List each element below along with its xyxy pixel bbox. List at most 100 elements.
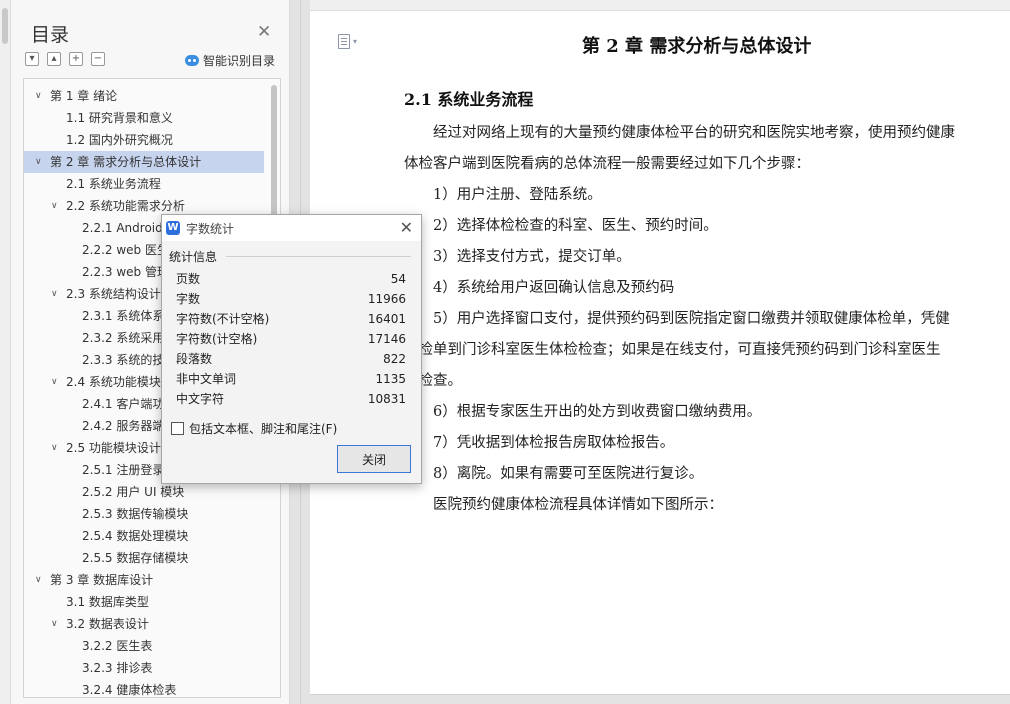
toc-add-item-button[interactable]: + (69, 52, 83, 66)
paragraph-line: 8）离院。如果有需要可至医院进行复诊。 (404, 466, 704, 482)
toc-item-label: 3.2.2 医生表 (82, 639, 153, 653)
stat-label: 非中文单词 (176, 372, 237, 386)
stat-row: 字符数(不计空格) 16401 (176, 309, 406, 329)
chapter-heading: 第 2 章 需求分析与总体设计 (582, 36, 812, 57)
paragraph-line: 检检查。 (404, 373, 462, 389)
toc-item[interactable]: 3.2.4 健康体检表 (24, 679, 264, 697)
stat-label: 字数 (176, 292, 201, 306)
smart-recognize-label: 智能识别目录 (203, 54, 276, 68)
toc-item[interactable]: 2.5.5 数据存储模块 (24, 547, 264, 569)
toc-item-label: 2.1 系统业务流程 (66, 177, 161, 191)
dialog-titlebar[interactable]: W 字数统计 ✕ (162, 215, 421, 241)
toc-item[interactable]: 3.2.3 排诊表 (24, 657, 264, 679)
toc-item[interactable]: ∨ 第 2 章 需求分析与总体设计 (24, 151, 264, 173)
stat-value: 10831 (367, 392, 406, 406)
paragraph-line: 6）根据专家医生开出的处方到收费窗口缴纳费用。 (404, 404, 762, 420)
stat-row: 字符数(计空格) 17146 (176, 329, 406, 349)
toc-item[interactable]: 2.1 系统业务流程 (24, 173, 264, 195)
paragraph-line: 7）凭收据到体检报告房取体检报告。 (404, 435, 675, 451)
stat-row: 页数 54 (176, 269, 406, 289)
toc-item[interactable]: 2.5.3 数据传输模块 (24, 503, 264, 525)
stat-label: 中文字符 (176, 392, 225, 406)
dialog-close-icon[interactable]: ✕ (400, 218, 413, 237)
toc-item-label: 2.5 功能模块设计 (66, 441, 161, 455)
paragraph-line: 4）系统给用户返回确认信息及预约码 (404, 280, 675, 296)
toc-item-label: 2.5.2 用户 UI 模块 (82, 485, 185, 499)
chevron-down-icon[interactable]: ∨ (51, 437, 58, 459)
toc-item-label: 2.5.4 数据处理模块 (82, 529, 189, 543)
paragraph-line: 经过对网络上现有的大量预约健康体检平台的研究和医院实地考察，使用预约健康 (404, 125, 955, 141)
toc-item-label: 2.5.5 数据存储模块 (82, 551, 189, 565)
paragraph-line: 3）选择支付方式，提交订单。 (404, 249, 631, 265)
left-edge-scrollbar[interactable] (2, 8, 8, 44)
stat-label: 字符数(不计空格) (176, 312, 270, 326)
toc-item-label: 2.3 系统结构设计 (66, 287, 161, 301)
chevron-down-icon[interactable]: ∨ (51, 283, 58, 305)
checkbox-label: 包括文本框、脚注和尾注(F) (189, 422, 338, 436)
stats-table: 页数 54 字数 11966 字符数(不计空格) 16401 字符数(计空格) 17146 段落… (176, 269, 406, 409)
toc-item[interactable]: ∨ 第 1 章 绪论 (24, 85, 264, 107)
stat-row: 字数 11966 (176, 289, 406, 309)
toc-item[interactable]: 3.2.2 医生表 (24, 635, 264, 657)
stat-label: 字符数(计空格) (176, 332, 258, 346)
checkbox-box[interactable] (171, 422, 184, 435)
chevron-down-icon[interactable]: ∨ (51, 195, 58, 217)
toc-item[interactable]: 2.5.4 数据处理模块 (24, 525, 264, 547)
toc-item[interactable]: ∨ 第 3 章 数据库设计 (24, 569, 264, 591)
chevron-down-icon[interactable]: ∨ (51, 371, 58, 393)
toc-item-label: 3.2.3 排诊表 (82, 661, 153, 675)
toc-item-label: 第 1 章 绪论 (50, 89, 118, 103)
toc-remove-item-button[interactable]: − (91, 52, 105, 66)
stat-label: 段落数 (176, 352, 213, 366)
chevron-down-icon[interactable]: ∨ (35, 151, 42, 173)
paragraph-line: 体检客户端到医院看病的总体流程一般需要经过如下几个步骤： (404, 156, 810, 172)
toc-toolbar: ▾ ▴ + − (25, 52, 105, 66)
chevron-down-icon[interactable]: ∨ (35, 569, 42, 591)
toc-item-label: 2.5.3 数据传输模块 (82, 507, 189, 521)
toc-item-label: 2.4 系统功能模块 (66, 375, 161, 389)
stats-section-label: 统计信息 (169, 250, 218, 264)
stat-value: 17146 (367, 332, 406, 346)
stat-row: 非中文单词 1135 (176, 369, 406, 389)
toc-title: 目录 (31, 24, 70, 46)
document-icon (338, 34, 350, 49)
toc-expand-level-button[interactable]: ▴ (47, 52, 61, 66)
stat-value: 1135 (375, 372, 406, 386)
include-textboxes-checkbox[interactable]: 包括文本框、脚注和尾注(F) (171, 420, 337, 437)
paragraph-line: 5）用户选择窗口支付，提供预约码到医院指定窗口缴费并领取健康体检单，凭健 (404, 311, 950, 327)
stat-value: 822 (383, 352, 406, 366)
stat-value: 54 (390, 272, 406, 286)
page-options-button[interactable]: ▾ (338, 34, 357, 49)
chevron-down-icon: ▾ (353, 37, 358, 46)
toc-item-label: 3.2 数据表设计 (66, 617, 149, 631)
paragraph-line: 1）用户注册、登陆系统。 (404, 187, 602, 203)
toc-item[interactable]: ∨ 3.2 数据表设计 (24, 613, 264, 635)
chevron-down-icon[interactable]: ∨ (35, 85, 42, 107)
toc-item[interactable]: 1.1 研究背景和意义 (24, 107, 264, 129)
toc-collapse-all-button[interactable]: ▾ (25, 52, 39, 66)
wps-logo-icon: W (166, 221, 180, 235)
toc-item[interactable]: 2.5.2 用户 UI 模块 (24, 481, 264, 503)
word-count-dialog: W 字数统计 ✕ 统计信息 页数 54 字数 11966 字符数(不计空格) 16401 字… (161, 214, 422, 484)
paragraph-line: 2）选择体检检查的科室、医生、预约时间。 (404, 218, 718, 234)
page-top-margin (310, 0, 1010, 11)
stat-value: 11966 (367, 292, 406, 306)
paragraph-line: 体检单到门诊科室医生体检检查；如果是在线支付，可直接凭预约码到门诊科室医生 (404, 342, 941, 358)
horizontal-scrollbar[interactable] (310, 694, 1010, 704)
dialog-title: 字数统计 (186, 222, 235, 236)
stat-row: 段落数 822 (176, 349, 406, 369)
toc-item-label: 1.2 国内外研究概况 (66, 133, 173, 147)
stat-value: 16401 (367, 312, 406, 326)
window-left-edge (0, 0, 11, 704)
toc-item-label: 第 2 章 需求分析与总体设计 (50, 155, 202, 169)
toc-item-label: 1.1 研究背景和意义 (66, 111, 173, 125)
stat-row: 中文字符 10831 (176, 389, 406, 409)
toc-item[interactable]: 3.1 数据库类型 (24, 591, 264, 613)
chevron-down-icon[interactable]: ∨ (51, 613, 58, 635)
toc-item[interactable]: 1.2 国内外研究概况 (24, 129, 264, 151)
paragraph-line: 医院预约健康体检流程具体详情如下图所示： (404, 497, 723, 513)
close-button[interactable]: 关闭 (337, 445, 411, 473)
smart-recognize-toc-button[interactable]: 智能识别目录 (185, 52, 275, 69)
section-divider (226, 256, 411, 257)
toc-close-icon[interactable]: ✕ (257, 22, 271, 42)
